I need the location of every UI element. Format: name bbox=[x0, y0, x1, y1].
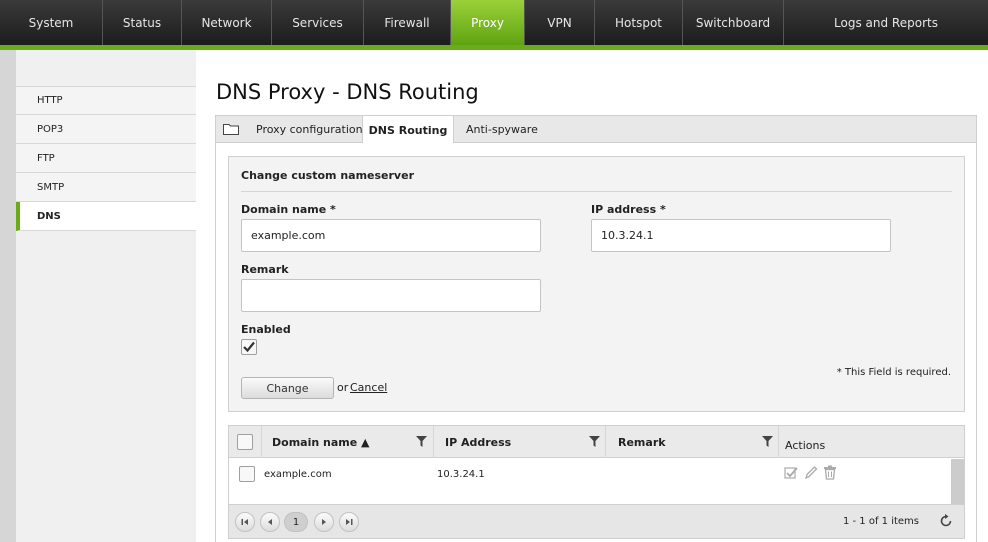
sidebar-item-http[interactable]: HTTP bbox=[16, 86, 196, 115]
form-divider bbox=[241, 191, 952, 192]
last-page-button[interactable] bbox=[339, 512, 359, 532]
column-ip-address-label: IP Address bbox=[445, 435, 512, 449]
prev-page-icon bbox=[268, 519, 272, 525]
pencil-icon[interactable] bbox=[804, 465, 818, 480]
nav-item-firewall[interactable]: Firewall bbox=[364, 0, 451, 45]
grid-header: Domain name ▲ IP Address Remark Actions bbox=[229, 426, 964, 458]
sidebar-item-ftp[interactable]: FTP bbox=[16, 144, 196, 173]
first-page-button[interactable] bbox=[235, 512, 255, 532]
cancel-link[interactable]: Cancel bbox=[350, 381, 387, 394]
nav-item-logs-and-reports[interactable]: Logs and Reports bbox=[784, 0, 988, 45]
column-actions: Actions bbox=[779, 426, 951, 458]
sidebar-strip bbox=[0, 50, 16, 542]
trash-icon[interactable] bbox=[823, 465, 837, 480]
tab-dns-routing[interactable]: DNS Routing bbox=[362, 116, 454, 144]
filter-icon[interactable] bbox=[762, 436, 773, 447]
nav-item-status[interactable]: Status bbox=[103, 0, 182, 45]
refresh-icon[interactable] bbox=[939, 514, 953, 528]
grid-pager: 1 1 - 1 of 1 items bbox=[229, 504, 964, 538]
prev-page-button[interactable] bbox=[260, 512, 280, 532]
tab-bar: Proxy configuration DNS Routing Anti-spy… bbox=[215, 115, 977, 144]
filter-icon[interactable] bbox=[589, 436, 600, 447]
nav-item-switchboard[interactable]: Switchboard bbox=[683, 0, 784, 45]
nameserver-grid: Domain name ▲ IP Address Remark Actions … bbox=[228, 425, 965, 539]
grid-scrollbar[interactable] bbox=[951, 459, 964, 504]
nav-item-vpn[interactable]: VPN bbox=[525, 0, 595, 45]
check-icon[interactable] bbox=[784, 466, 798, 480]
ip-address-input[interactable] bbox=[591, 219, 891, 252]
select-all-cell bbox=[229, 426, 262, 458]
or-text: or bbox=[337, 381, 349, 394]
pager-info: 1 - 1 of 1 items bbox=[842, 516, 919, 527]
nav-item-services[interactable]: Services bbox=[272, 0, 364, 45]
sidebar-item-dns[interactable]: DNS bbox=[16, 202, 196, 231]
column-domain-name[interactable]: Domain name ▲ bbox=[262, 426, 434, 458]
checkmark-icon bbox=[243, 341, 255, 353]
enabled-label: Enabled bbox=[241, 323, 291, 336]
domain-name-input[interactable] bbox=[241, 219, 541, 252]
domain-name-label: Domain name * bbox=[241, 203, 336, 216]
column-actions-label: Actions bbox=[785, 438, 826, 452]
top-nav: System Status Network Services Firewall … bbox=[0, 0, 988, 45]
current-page-button[interactable]: 1 bbox=[284, 512, 308, 532]
change-button[interactable]: Change bbox=[241, 377, 334, 399]
remark-label: Remark bbox=[241, 263, 289, 276]
table-row[interactable]: example.com 10.3.24.1 bbox=[229, 459, 951, 504]
tab-proxy-configuration[interactable]: Proxy configuration bbox=[256, 116, 363, 143]
row-ip-cell: 10.3.24.1 bbox=[437, 469, 485, 480]
column-remark-label: Remark bbox=[618, 435, 666, 449]
remark-input[interactable] bbox=[241, 279, 541, 312]
last-page-icon bbox=[346, 519, 353, 525]
nav-item-system[interactable]: System bbox=[0, 0, 103, 45]
nav-item-network[interactable]: Network bbox=[182, 0, 272, 45]
column-remark[interactable]: Remark bbox=[606, 426, 779, 458]
next-page-button[interactable] bbox=[314, 512, 334, 532]
nav-item-hotspot[interactable]: Hotspot bbox=[595, 0, 683, 45]
tab-anti-spyware[interactable]: Anti-spyware bbox=[466, 116, 538, 143]
required-field-note: * This Field is required. bbox=[836, 367, 951, 378]
folder-icon bbox=[223, 124, 239, 135]
nav-item-proxy[interactable]: Proxy bbox=[451, 0, 525, 45]
nameserver-form: Change custom nameserver Domain name * I… bbox=[228, 156, 965, 412]
next-page-icon bbox=[322, 519, 326, 525]
sidebar: HTTP POP3 FTP SMTP DNS bbox=[0, 50, 196, 542]
row-checkbox[interactable] bbox=[239, 466, 255, 482]
row-domain-cell: example.com bbox=[264, 469, 332, 480]
sidebar-item-pop3[interactable]: POP3 bbox=[16, 115, 196, 144]
page-title: DNS Proxy - DNS Routing bbox=[216, 80, 479, 104]
ip-address-label: IP address * bbox=[591, 203, 666, 216]
first-page-icon bbox=[241, 519, 248, 525]
enabled-checkbox[interactable] bbox=[241, 339, 257, 355]
column-domain-name-label: Domain name ▲ bbox=[272, 435, 370, 449]
form-title: Change custom nameserver bbox=[241, 169, 414, 182]
column-ip-address[interactable]: IP Address bbox=[434, 426, 606, 458]
sidebar-item-smtp[interactable]: SMTP bbox=[16, 173, 196, 202]
select-all-checkbox[interactable] bbox=[237, 434, 253, 450]
filter-icon[interactable] bbox=[416, 436, 427, 447]
